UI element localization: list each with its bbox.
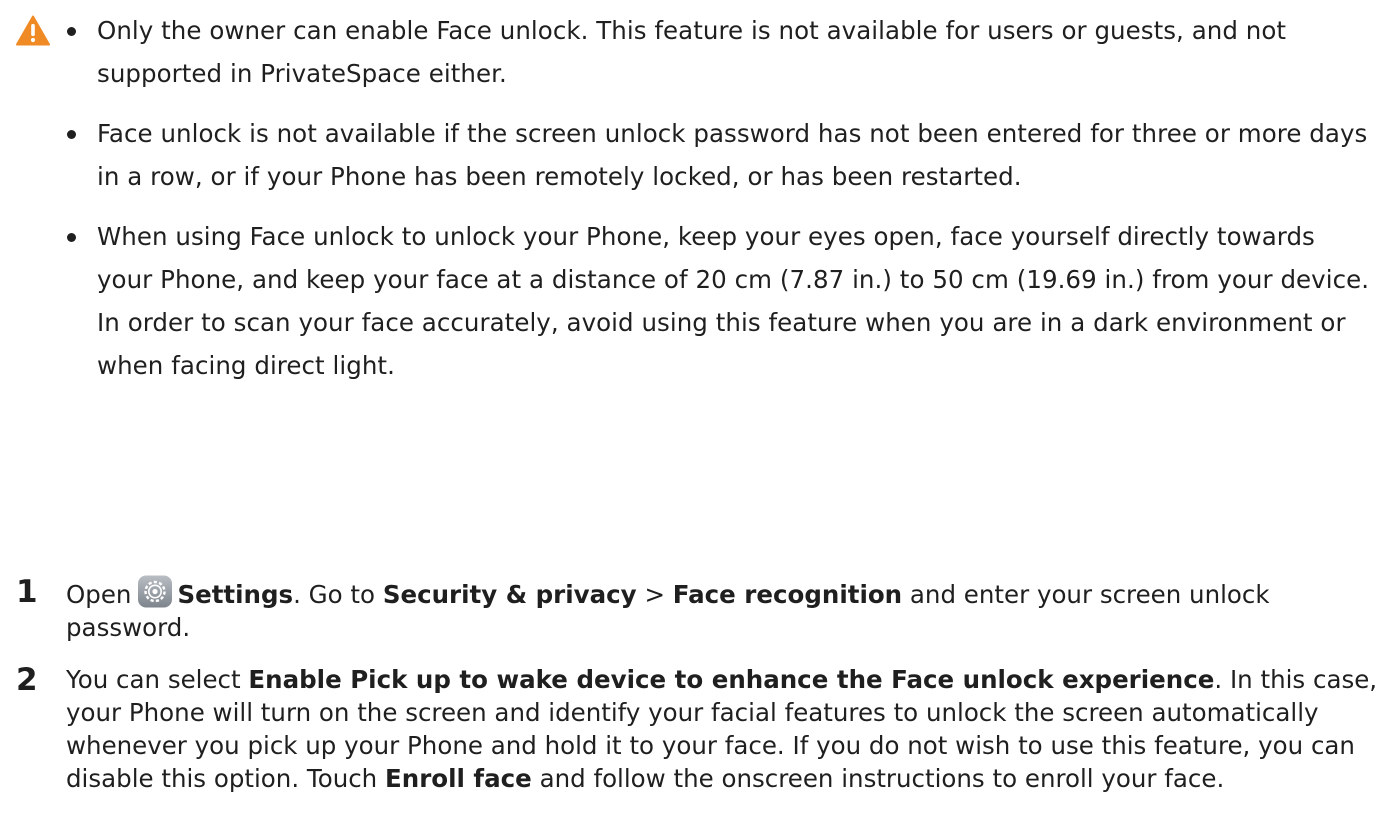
warning-triangle-icon xyxy=(16,15,50,46)
note-item: Face unlock is not available if the scre… xyxy=(66,112,1376,198)
step-number: 1 xyxy=(16,574,38,610)
menu-path-face-recognition: Face recognition xyxy=(672,580,903,609)
steps-list: 1 Open Settings. Go to Security & privac… xyxy=(0,574,1394,814)
note-text: Face unlock is not available if the scre… xyxy=(97,119,1368,191)
bullet-dot xyxy=(67,233,76,242)
step-text-part: and follow the onscreen instructions to … xyxy=(539,764,1225,793)
settings-label: Settings xyxy=(177,580,294,609)
step-text-part: . Go to xyxy=(293,580,376,609)
step-1: 1 Open Settings. Go to Security & privac… xyxy=(0,574,1394,644)
step-text: You can select Enable Pick up to wake de… xyxy=(66,665,1377,793)
note-text: When using Face unlock to unlock your Ph… xyxy=(97,222,1370,380)
enroll-face-label: Enroll face xyxy=(385,764,532,793)
settings-gear-icon xyxy=(138,575,173,608)
note-item: When using Face unlock to unlock your Ph… xyxy=(66,215,1376,387)
step-2: 2 You can select Enable Pick up to wake … xyxy=(0,662,1394,795)
note-text: Only the owner can enable Face unlock. T… xyxy=(97,16,1287,88)
bullet-dot xyxy=(67,27,76,36)
bullet-dot xyxy=(67,130,76,139)
step-open-text: Open xyxy=(66,580,132,609)
step-text-part: You can select xyxy=(66,665,241,694)
step-number: 2 xyxy=(16,662,38,698)
step-text: Open Settings. Go to Security & privacy … xyxy=(66,575,1270,642)
warning-note-list: Only the owner can enable Face unlock. T… xyxy=(66,0,1376,404)
option-pick-up-to-wake: Enable Pick up to wake device to enhance… xyxy=(248,665,1215,694)
path-separator: > xyxy=(644,580,665,609)
note-item: Only the owner can enable Face unlock. T… xyxy=(66,9,1376,95)
menu-path-security: Security & privacy xyxy=(382,580,637,609)
